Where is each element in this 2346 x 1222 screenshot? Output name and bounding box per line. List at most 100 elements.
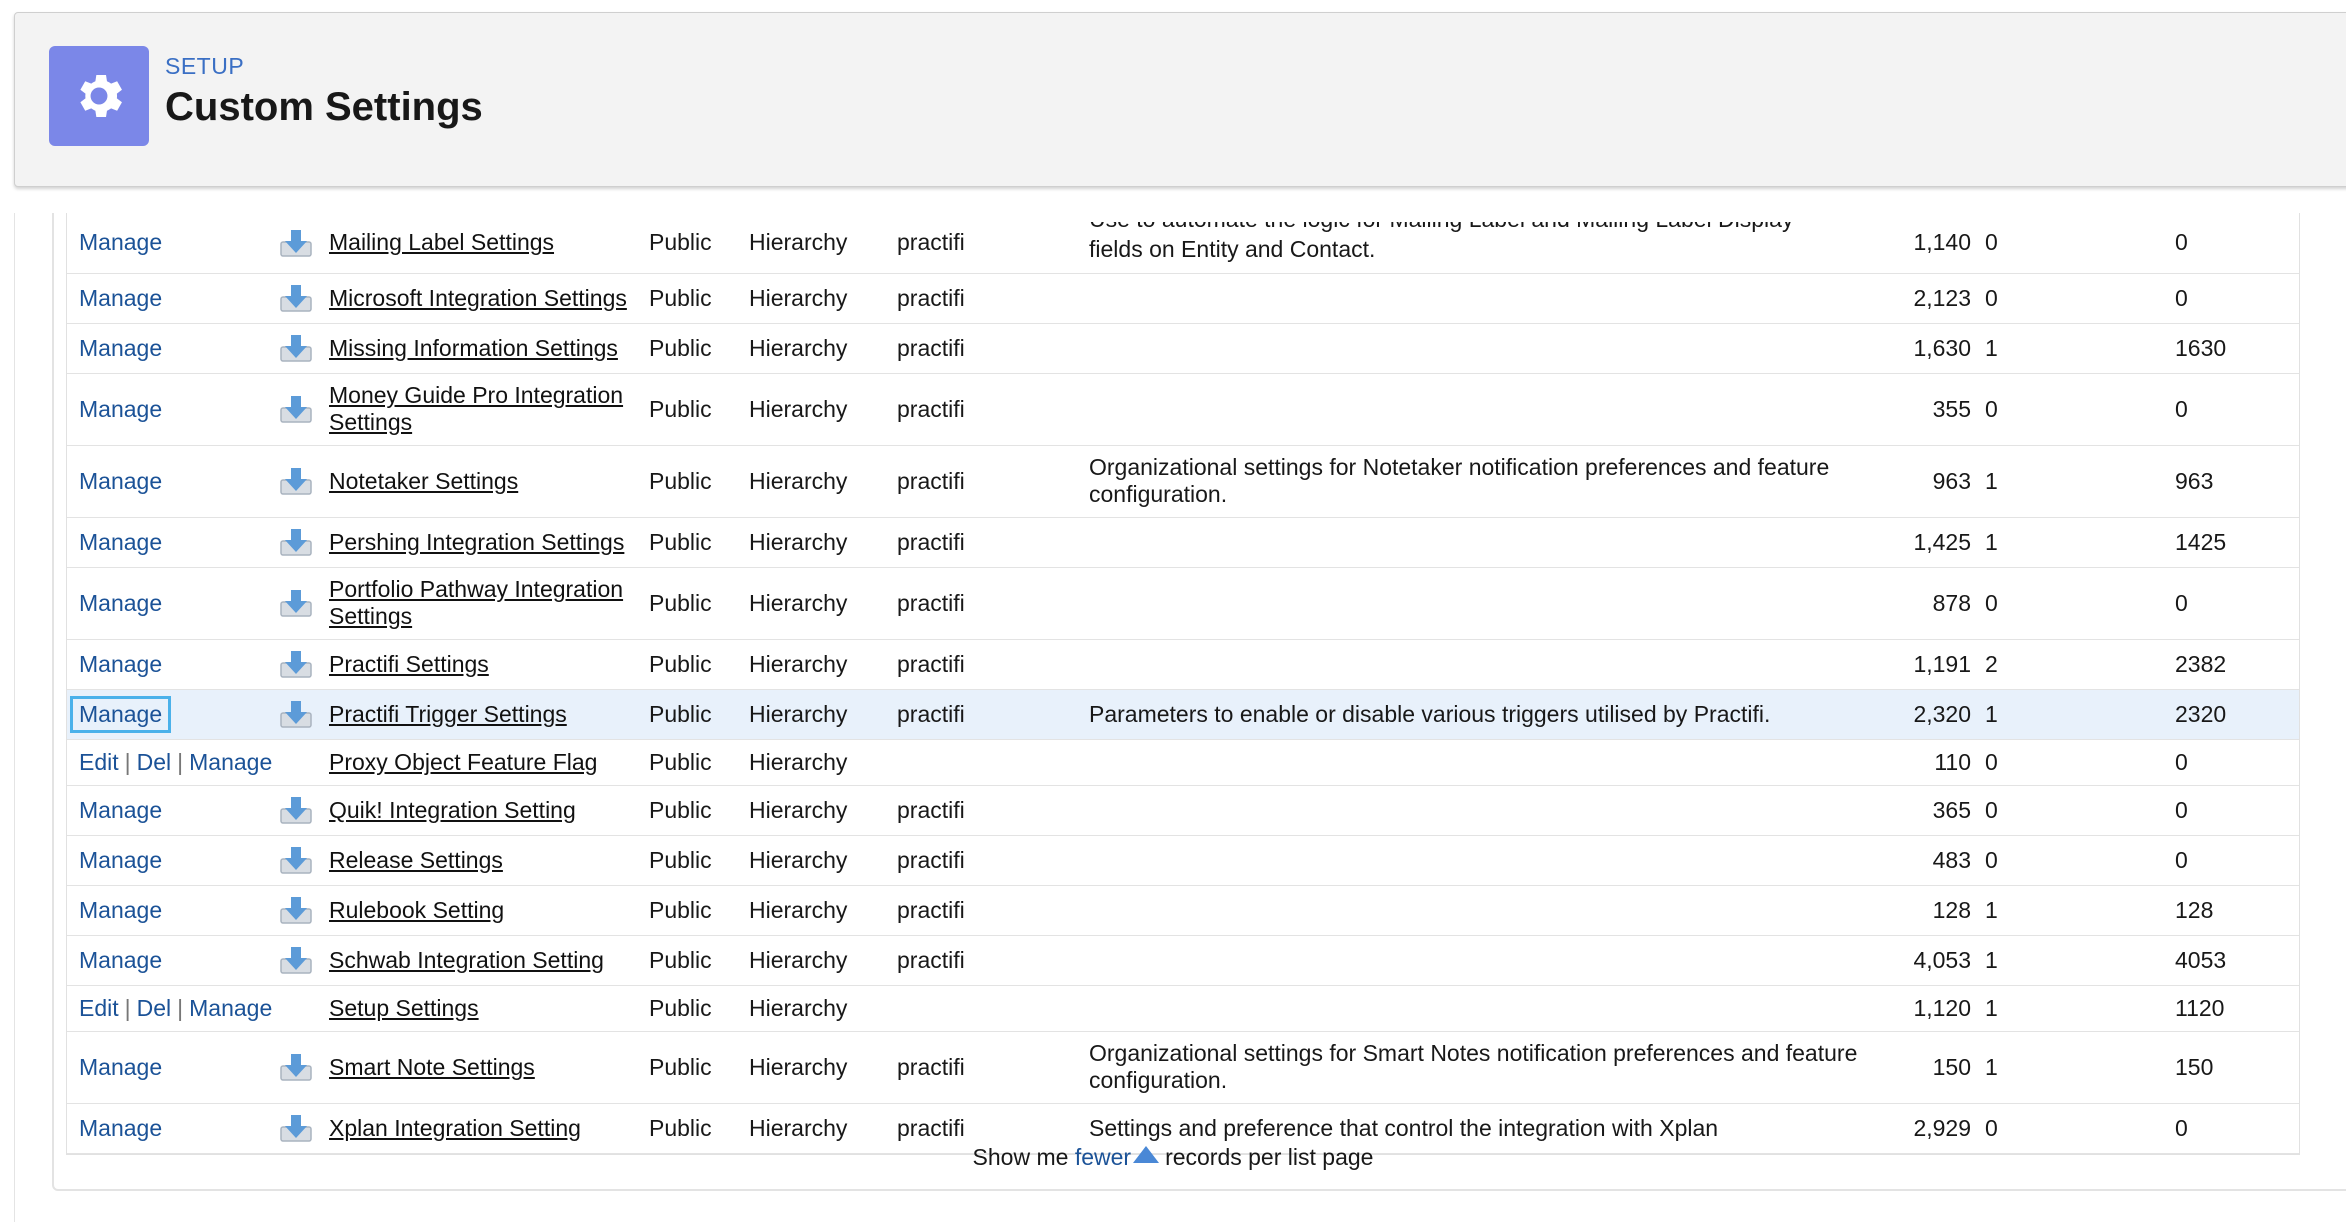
setting-type-cell: Hierarchy	[749, 935, 897, 986]
breadcrumb-setup[interactable]: SETUP	[165, 53, 244, 80]
footer-prefix: Show me	[972, 1144, 1069, 1170]
setting-type-cell: Hierarchy	[749, 1031, 897, 1104]
visibility-cell: Public	[649, 213, 749, 274]
setting-type-cell: Hierarchy	[749, 273, 897, 324]
total-size-cell: 0	[2175, 739, 2299, 786]
managed-package-download-icon	[279, 895, 313, 925]
manage-link[interactable]: Manage	[79, 396, 162, 422]
manage-link[interactable]: Manage	[79, 1054, 162, 1080]
manage-link[interactable]: Manage	[189, 749, 272, 775]
records-cell: 1	[1985, 985, 2175, 1032]
action-cell: Manage	[67, 935, 279, 986]
description-cell	[1089, 739, 1889, 786]
setting-label-link[interactable]: Pershing Integration Settings	[329, 529, 624, 555]
manage-link[interactable]: Manage	[79, 847, 162, 873]
setting-label-link[interactable]: Microsoft Integration Settings	[329, 285, 627, 311]
table-row: Manage Pershing Integration Settings Publi…	[67, 517, 2299, 568]
records-cell: 0	[1985, 739, 2175, 786]
namespace-cell: practifi	[897, 445, 1089, 518]
total-size-cell: 150	[2175, 1031, 2299, 1104]
manage-link[interactable]: Manage	[79, 335, 162, 361]
setting-label-link[interactable]: Rulebook Setting	[329, 897, 504, 923]
setting-label-link[interactable]: Portfolio Pathway Integration Settings	[329, 576, 623, 629]
visibility-cell: Public	[649, 985, 749, 1032]
setting-label-link[interactable]: Notetaker Settings	[329, 468, 518, 494]
manage-link[interactable]: Manage	[79, 797, 162, 823]
total-size-cell: 0	[2175, 567, 2299, 640]
table-row: Manage Rulebook Setting Public Hierarchy pra…	[67, 885, 2299, 936]
action-separator: |	[177, 748, 184, 775]
records-cell: 1	[1985, 517, 2175, 568]
gear-icon	[49, 46, 149, 146]
description-cell: Use to automate the logic for Mailing La…	[1089, 213, 1889, 274]
size-cell: 110	[1889, 739, 1985, 786]
records-cell: 2	[1985, 639, 2175, 690]
setting-label-link[interactable]: Smart Note Settings	[329, 1054, 535, 1080]
triangle-up-icon[interactable]	[1133, 1146, 1160, 1163]
manage-link[interactable]: Manage	[79, 947, 162, 973]
description-text: Settings and preference that control the…	[1089, 1114, 1719, 1141]
manage-link[interactable]: Manage	[79, 529, 162, 555]
manage-link[interactable]: Manage	[79, 1115, 162, 1141]
footer-suffix: records per list page	[1165, 1144, 1374, 1170]
description-cell: Organizational settings for Smart Notes …	[1089, 1031, 1889, 1104]
namespace-cell: practifi	[897, 323, 1089, 374]
action-cell: Manage	[67, 445, 279, 518]
setting-label-link[interactable]: Quik! Integration Setting	[329, 797, 576, 823]
records-cell: 0	[1985, 213, 2175, 274]
description-cell	[1089, 885, 1889, 936]
table-row: Edit | Del | Manage Proxy Object Feature Flag…	[67, 739, 2299, 786]
manage-link[interactable]: Manage	[79, 229, 162, 255]
size-cell: 1,120	[1889, 985, 1985, 1032]
table-row: Manage Portfolio Pathway Integration Sett…	[67, 567, 2299, 640]
setting-label-link[interactable]: Setup Settings	[329, 995, 479, 1021]
description-cell: Organizational settings for Notetaker no…	[1089, 445, 1889, 518]
setting-label-link[interactable]: Release Settings	[329, 847, 503, 873]
description-cell	[1089, 935, 1889, 986]
manage-link[interactable]: Manage	[79, 897, 162, 923]
setting-label-link[interactable]: Missing Information Settings	[329, 335, 618, 361]
action-cell: Manage	[67, 1031, 279, 1104]
total-size-cell: 0	[2175, 213, 2299, 274]
setting-label-link[interactable]: Xplan Integration Setting	[329, 1115, 581, 1141]
manage-link[interactable]: Manage	[79, 590, 162, 616]
action-cell: Manage	[67, 785, 279, 836]
records-cell: 1	[1985, 935, 2175, 986]
edit-link[interactable]: Edit	[79, 749, 119, 775]
setting-label-link[interactable]: Practifi Trigger Settings	[329, 701, 567, 727]
total-size-cell: 1630	[2175, 323, 2299, 374]
description-cell	[1089, 567, 1889, 640]
description-text: Organizational settings for Notetaker no…	[1089, 454, 1830, 507]
visibility-cell: Public	[649, 373, 749, 446]
manage-link[interactable]: Manage	[79, 285, 162, 311]
action-cell: Manage	[67, 517, 279, 568]
records-cell: 1	[1985, 323, 2175, 374]
del-link[interactable]: Del	[137, 749, 172, 775]
visibility-cell: Public	[649, 517, 749, 568]
table-row: Edit | Del | Manage Setup Settings Public Hiera…	[67, 985, 2299, 1032]
description-cell	[1089, 985, 1889, 1032]
manage-link[interactable]: Manage	[79, 468, 162, 494]
setting-label-link[interactable]: Mailing Label Settings	[329, 229, 554, 255]
manage-link[interactable]: Manage	[70, 695, 172, 733]
visibility-cell: Public	[649, 567, 749, 640]
visibility-cell: Public	[649, 835, 749, 886]
visibility-cell: Public	[649, 273, 749, 324]
manage-link[interactable]: Manage	[79, 651, 162, 677]
setting-label-link[interactable]: Schwab Integration Setting	[329, 947, 604, 973]
visibility-cell: Public	[649, 689, 749, 740]
setting-label-link[interactable]: Proxy Object Feature Flag	[329, 749, 597, 775]
del-link[interactable]: Del	[137, 995, 172, 1021]
managed-package-download-icon	[279, 588, 313, 618]
description-cell	[1089, 323, 1889, 374]
show-fewer-link[interactable]: fewer	[1075, 1144, 1131, 1170]
setting-label-link[interactable]: Practifi Settings	[329, 651, 489, 677]
edit-link[interactable]: Edit	[79, 995, 119, 1021]
total-size-cell: 0	[2175, 273, 2299, 324]
manage-link[interactable]: Manage	[189, 995, 272, 1021]
action-cell: Manage	[67, 639, 279, 690]
setting-label-link[interactable]: Money Guide Pro Integration Settings	[329, 382, 623, 435]
setting-type-cell: Hierarchy	[749, 567, 897, 640]
setting-type-cell: Hierarchy	[749, 985, 897, 1032]
records-cell: 0	[1985, 785, 2175, 836]
